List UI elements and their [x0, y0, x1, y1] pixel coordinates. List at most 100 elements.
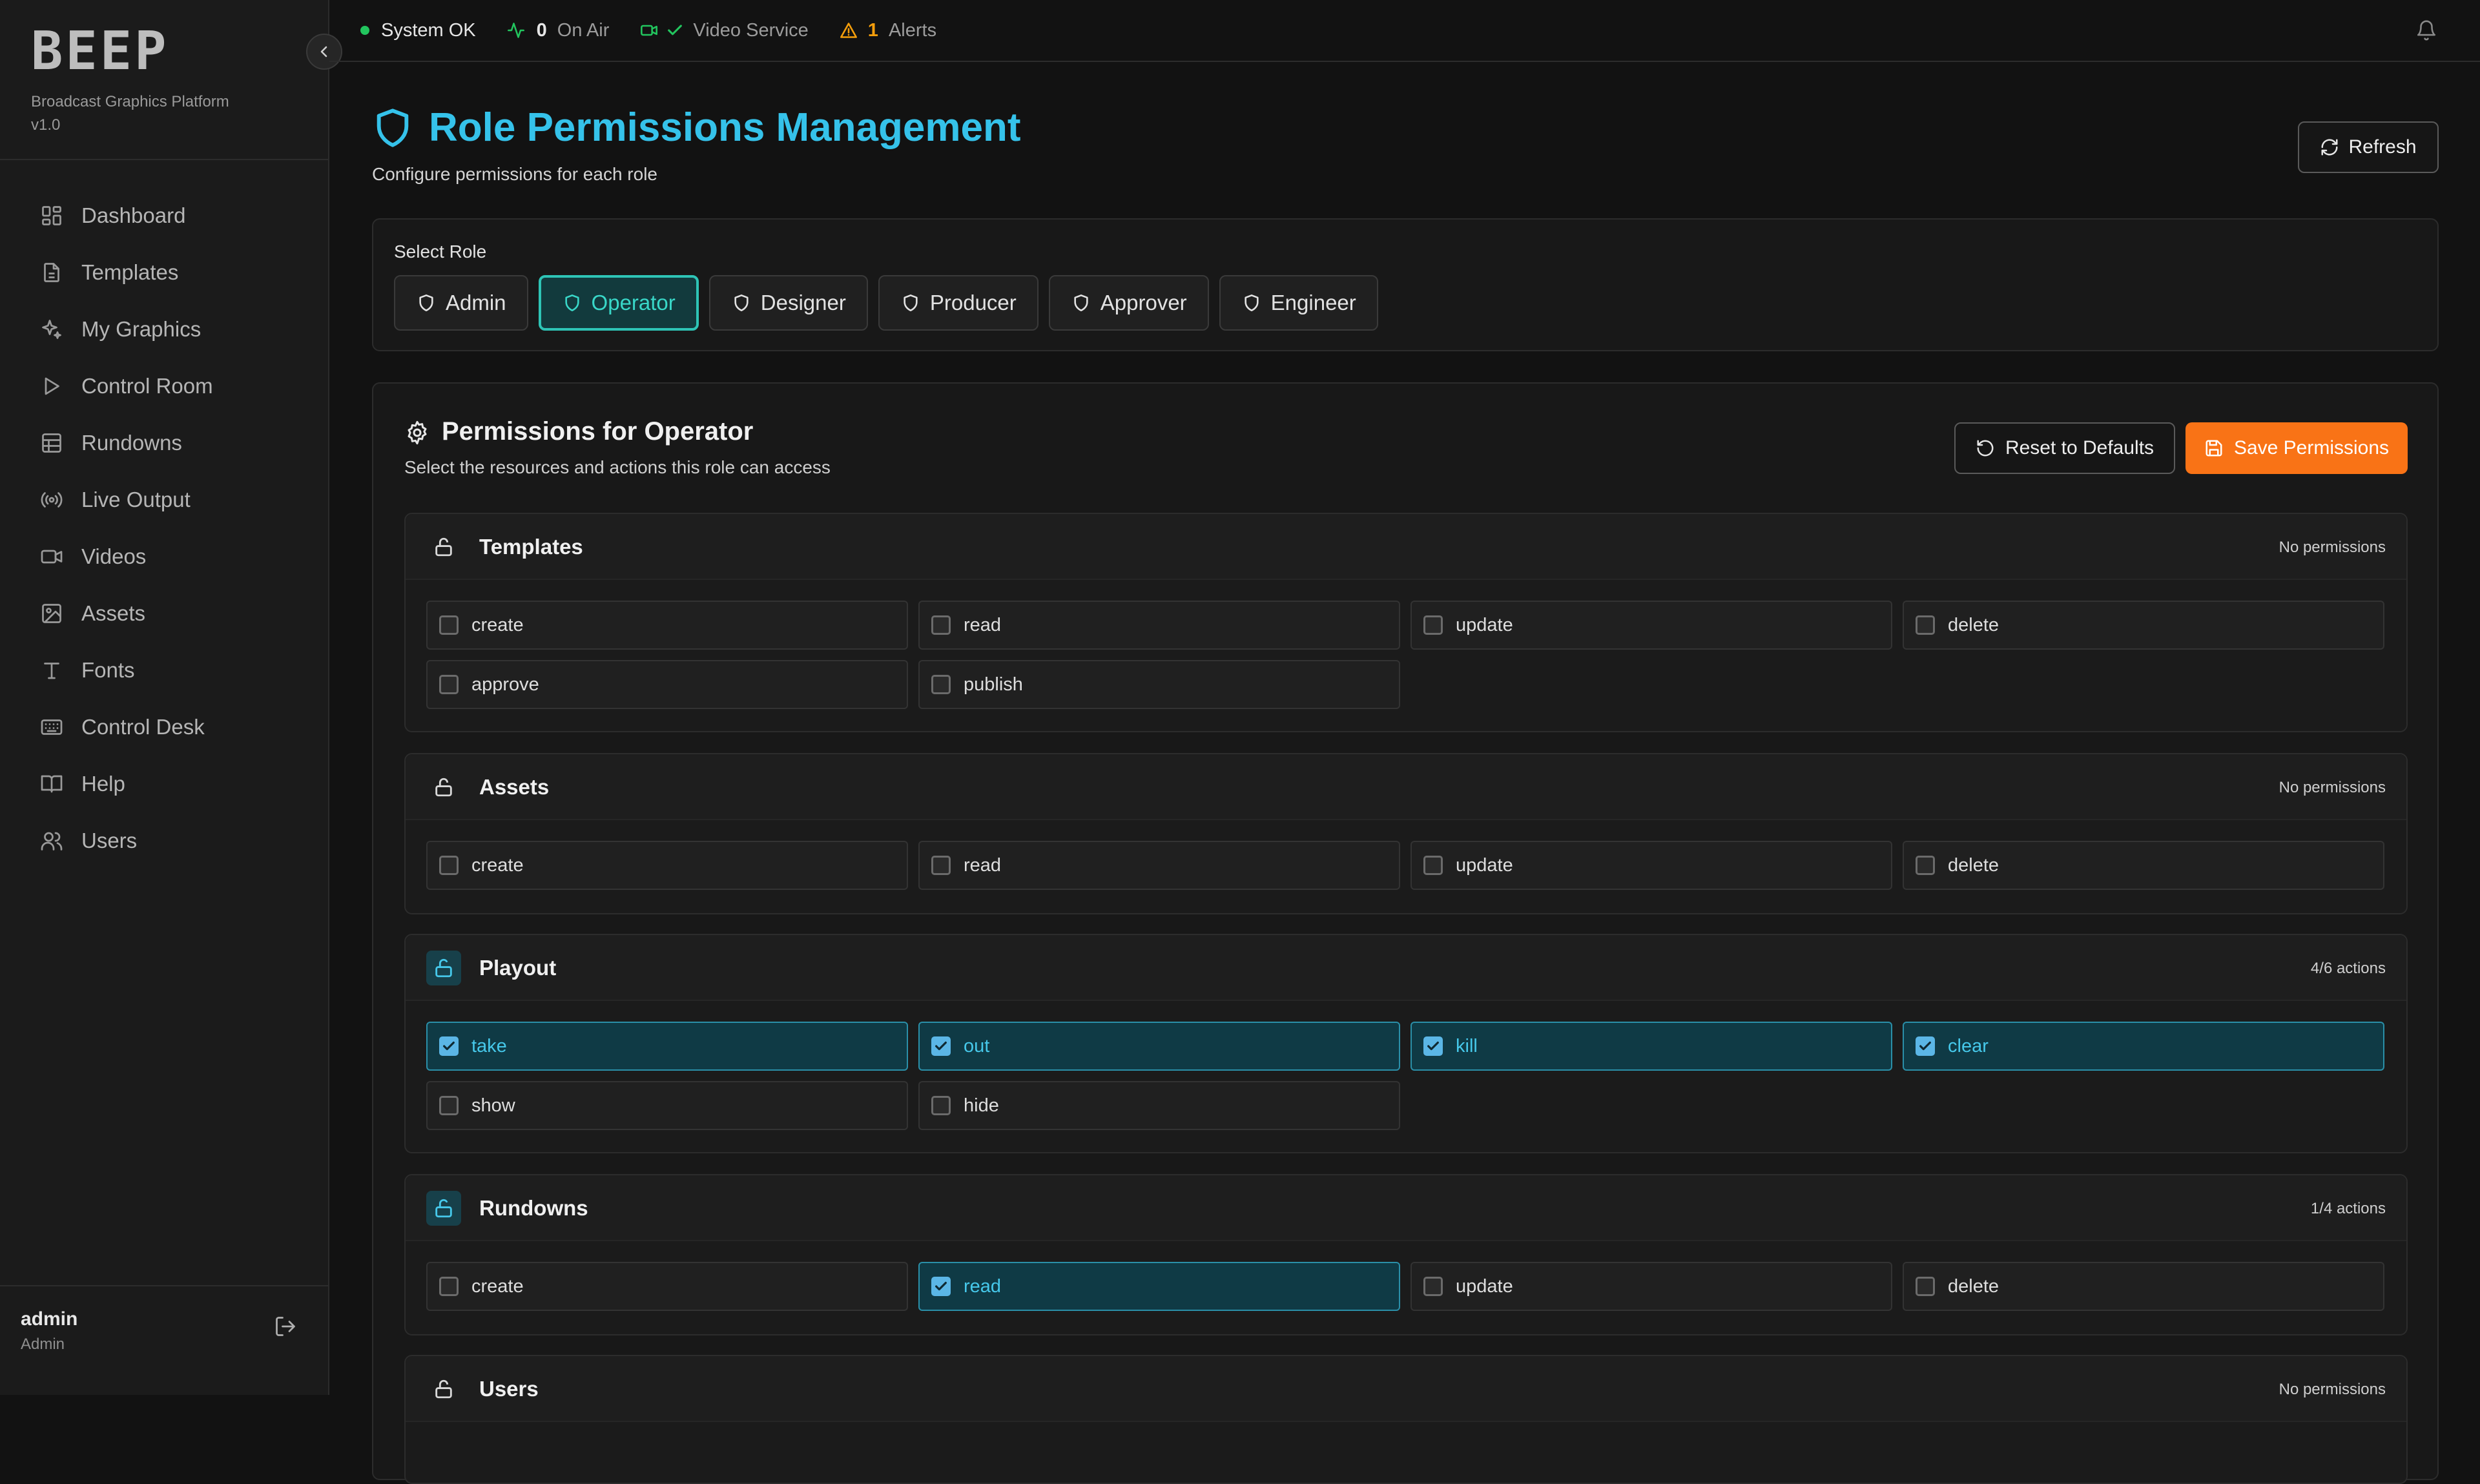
sidebar-item-videos[interactable]: Videos — [39, 528, 213, 585]
action-grid: create read update delete approve publis… — [426, 601, 2388, 709]
video-icon — [39, 544, 65, 570]
sidebar-item-label: Videos — [81, 544, 147, 568]
permission-checkbox-rundowns-read[interactable]: read — [918, 1262, 1400, 1311]
action-label: read — [964, 854, 1002, 876]
checkbox[interactable] — [1423, 615, 1443, 635]
permission-checkbox-assets-create[interactable]: create — [426, 841, 908, 890]
checkbox[interactable] — [439, 1277, 459, 1296]
sidebar-item-control-desk[interactable]: Control Desk — [39, 699, 213, 756]
brand: BEEP Broadcast Graphics Platform v1.0 — [31, 25, 229, 137]
sidebar-item-help[interactable]: Help — [39, 756, 213, 812]
permission-checkbox-assets-delete[interactable]: delete — [1903, 841, 2384, 890]
permission-checkbox-playout-show[interactable]: show — [426, 1081, 908, 1130]
alerts-status[interactable]: 1 Alerts — [840, 20, 936, 41]
sidebar-item-label: Help — [81, 772, 125, 796]
permission-checkbox-templates-update[interactable]: update — [1410, 601, 1892, 650]
keyboard-icon — [39, 714, 65, 740]
permission-checkbox-templates-read[interactable]: read — [918, 601, 1400, 650]
section-count: No permissions — [2278, 779, 2386, 796]
role-label: Engineer — [1270, 291, 1356, 314]
checkbox[interactable] — [931, 615, 951, 635]
sidebar-item-label: Assets — [81, 601, 146, 625]
check-icon — [935, 1281, 947, 1291]
top-status-bar: System OK 0 On Air Video Service 1 Alert… — [329, 0, 2480, 62]
brand-version: v1.0 — [31, 116, 61, 134]
shield-icon — [1072, 294, 1090, 312]
checkbox[interactable] — [931, 1096, 951, 1115]
checkbox[interactable] — [1423, 1036, 1443, 1056]
page-title: Role Permissions Management — [429, 105, 1021, 150]
checkbox[interactable] — [1916, 1277, 1935, 1296]
permission-checkbox-rundowns-create[interactable]: create — [426, 1262, 908, 1311]
role-button-admin[interactable]: Admin — [394, 275, 528, 331]
sidebar-item-label: Live Output — [81, 488, 191, 511]
section-header: Rundowns 1/4 actions — [406, 1175, 2406, 1241]
sidebar-item-users[interactable]: Users — [39, 812, 213, 869]
sidebar-item-templates[interactable]: Templates — [39, 244, 213, 301]
role-button-producer[interactable]: Producer — [878, 275, 1038, 331]
checkbox[interactable] — [439, 675, 459, 694]
permission-checkbox-rundowns-delete[interactable]: delete — [1903, 1262, 2384, 1311]
checkbox[interactable] — [931, 1277, 951, 1296]
section-header: Assets No permissions — [406, 754, 2406, 820]
sidebar-item-rundowns[interactable]: Rundowns — [39, 415, 213, 471]
refresh-button[interactable]: Refresh — [2298, 121, 2439, 173]
checkbox[interactable] — [1916, 615, 1935, 635]
action-grid: take out kill clear show hide — [426, 1022, 2388, 1130]
sidebar-item-dashboard[interactable]: Dashboard — [39, 187, 213, 244]
reset-to-defaults-button[interactable]: Reset to Defaults — [1954, 422, 2175, 474]
checkbox[interactable] — [439, 615, 459, 635]
sparkles-icon — [39, 316, 65, 342]
permission-checkbox-playout-out[interactable]: out — [918, 1022, 1400, 1071]
sidebar-item-control-room[interactable]: Control Room — [39, 358, 213, 415]
permission-checkbox-templates-create[interactable]: create — [426, 601, 908, 650]
checkbox[interactable] — [439, 1036, 459, 1056]
section-header: Templates No permissions — [406, 514, 2406, 580]
checkbox[interactable] — [1916, 856, 1935, 875]
sidebar-item-live-output[interactable]: Live Output — [39, 471, 213, 528]
sidebar-nav: Dashboard Templates My Graphics Control … — [39, 187, 213, 869]
permission-checkbox-rundowns-update[interactable]: update — [1410, 1262, 1892, 1311]
permission-checkbox-playout-take[interactable]: take — [426, 1022, 908, 1071]
role-button-designer[interactable]: Designer — [708, 275, 868, 331]
sidebar-item-label: Users — [81, 829, 138, 852]
permission-checkbox-assets-update[interactable]: update — [1410, 841, 1892, 890]
section-header: Users No permissions — [406, 1356, 2406, 1422]
checkbox[interactable] — [439, 856, 459, 875]
permission-checkbox-assets-read[interactable]: read — [918, 841, 1400, 890]
checkbox[interactable] — [1916, 1036, 1935, 1056]
checkbox[interactable] — [1423, 856, 1443, 875]
lock-icon — [426, 530, 461, 564]
checkbox[interactable] — [931, 675, 951, 694]
permission-checkbox-templates-delete[interactable]: delete — [1903, 601, 2384, 650]
action-label: hide — [964, 1095, 999, 1116]
sidebar-item-fonts[interactable]: Fonts — [39, 642, 213, 699]
permission-checkbox-templates-approve[interactable]: approve — [426, 660, 908, 709]
permissions-title: Permissions for Operator — [442, 417, 754, 446]
checkbox[interactable] — [931, 1036, 951, 1056]
permission-checkbox-playout-hide[interactable]: hide — [918, 1081, 1400, 1130]
sidebar-item-assets[interactable]: Assets — [39, 585, 213, 642]
sidebar-item-my-graphics[interactable]: My Graphics — [39, 301, 213, 358]
action-label: out — [964, 1035, 990, 1056]
save-permissions-button[interactable]: Save Permissions — [2186, 422, 2408, 474]
checkbox[interactable] — [439, 1096, 459, 1115]
role-label: Producer — [929, 291, 1017, 314]
action-label: approve — [471, 674, 539, 695]
notifications-button[interactable] — [2415, 19, 2437, 45]
permission-checkbox-templates-publish[interactable]: publish — [918, 660, 1400, 709]
permission-checkbox-playout-clear[interactable]: clear — [1903, 1022, 2384, 1071]
permission-checkbox-playout-kill[interactable]: kill — [1410, 1022, 1892, 1071]
logout-button[interactable] — [274, 1315, 297, 1341]
settings-icon — [404, 420, 430, 449]
role-button-approver[interactable]: Approver — [1048, 275, 1209, 331]
checkbox[interactable] — [1423, 1277, 1443, 1296]
check-icon — [935, 1041, 947, 1051]
role-button-engineer[interactable]: Engineer — [1219, 275, 1378, 331]
refresh-icon — [2321, 139, 2338, 156]
users-icon — [39, 828, 65, 854]
role-button-operator[interactable]: Operator — [538, 275, 699, 331]
select-role-label: Select Role — [394, 242, 487, 262]
checkbox[interactable] — [931, 856, 951, 875]
action-label: take — [471, 1035, 507, 1056]
